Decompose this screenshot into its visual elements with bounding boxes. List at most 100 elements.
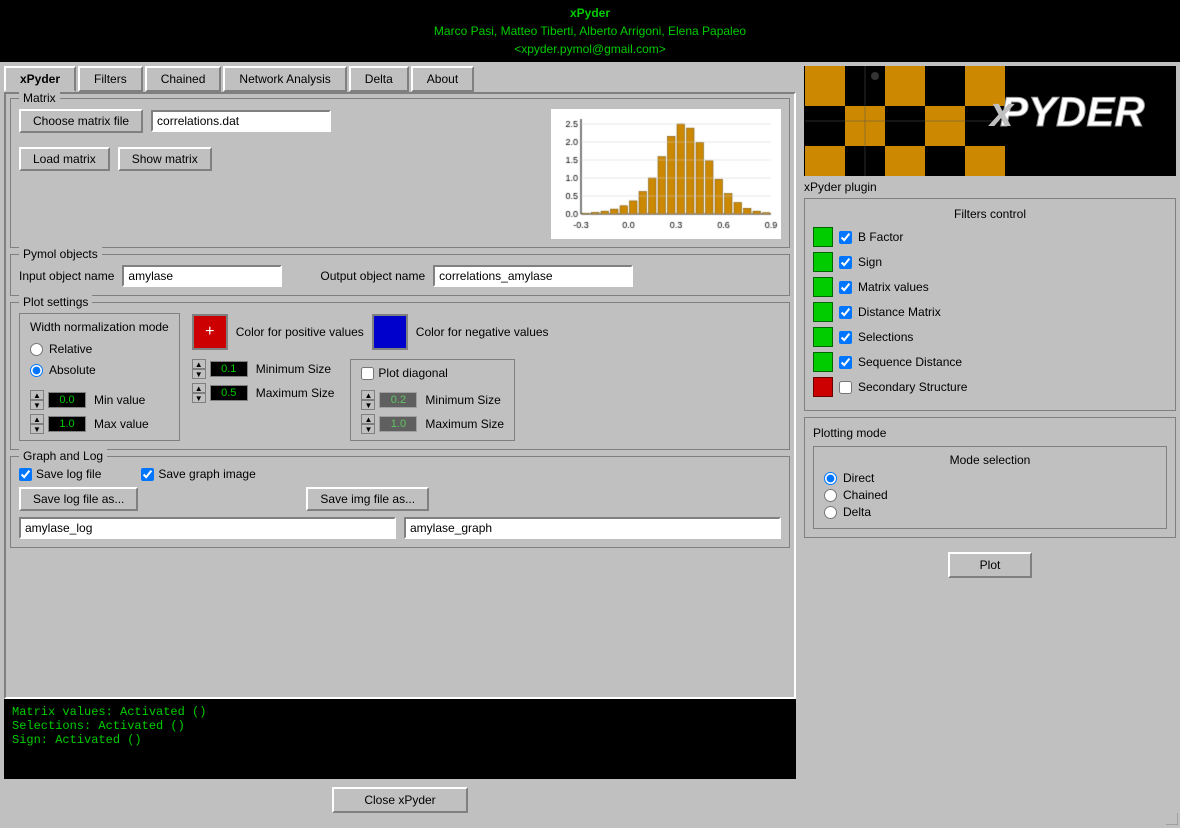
sequence-distance-label: Sequence Distance [858,355,962,369]
plotting-mode-title: Plotting mode [813,426,1167,440]
graph-filename-input[interactable] [404,517,781,539]
diagonal-box: Plot diagonal ▲ ▼ 0.2 Minimum Size [350,359,515,441]
maximum-size-label-1: Maximum Size [256,386,335,400]
filter-matrix-values: Matrix values [813,277,1167,297]
diag-max-display: 1.0 [379,416,417,432]
diag-max-up[interactable]: ▲ [361,414,375,424]
close-area: Close xPyder [0,779,800,821]
diag-min-up[interactable]: ▲ [361,390,375,400]
filter-distance-matrix: Distance Matrix [813,302,1167,322]
max-value-up-arrow[interactable]: ▲ [30,414,44,424]
sign-label: Sign [858,255,882,269]
min-value-up-arrow[interactable]: ▲ [30,390,44,400]
direct-radio[interactable] [824,472,837,485]
show-matrix-btn[interactable]: Show matrix [118,147,212,171]
tab-filters[interactable]: Filters [78,66,143,92]
secondary-structure-color-swatch [813,377,833,397]
plot-btn[interactable]: Plot [948,552,1033,578]
absolute-label: Absolute [49,363,96,377]
matrix-group-title: Matrix [19,91,60,105]
min-size-display: 0.1 [210,361,248,377]
chained-radio[interactable] [824,489,837,502]
min-size-down[interactable]: ▼ [192,369,206,379]
positive-color-box[interactable]: + [192,314,228,350]
plot-diagonal-checkbox[interactable] [361,367,374,380]
output-object-label: Output object name [320,269,425,283]
max-value-arrows[interactable]: ▲ ▼ [30,414,44,434]
resize-handle[interactable] [1166,813,1178,825]
input-object-label: Input object name [19,269,114,283]
matrix-values-color-swatch [813,277,833,297]
load-matrix-btn[interactable]: Load matrix [19,147,110,171]
max-size-down[interactable]: ▼ [192,393,206,403]
selections-color-swatch [813,327,833,347]
filters-control-panel: Filters control B Factor Sign Matrix val… [804,198,1176,411]
content-area: Matrix Choose matrix file Load matrix Sh… [4,92,796,699]
min-value-down-arrow[interactable]: ▼ [30,400,44,410]
console-line-2: Selections: Activated () [12,719,788,733]
matrix-values-checkbox[interactable] [839,281,852,294]
svg-text:x: x [988,88,1015,135]
xpyder-plugin-label: xPyder plugin [804,180,1176,194]
max-size-arrows[interactable]: ▲ ▼ [192,383,206,403]
bfactor-color-swatch [813,227,833,247]
max-size-display: 0.5 [210,385,248,401]
size-group-1: ▲ ▼ 0.1 Minimum Size ▲ ▼ [192,359,335,441]
min-size-arrows[interactable]: ▲ ▼ [192,359,206,379]
tab-xpyder[interactable]: xPyder [4,66,76,92]
width-norm-title: Width normalization mode [30,320,169,334]
diag-max-arrows[interactable]: ▲ ▼ [361,414,375,434]
min-value-arrows[interactable]: ▲ ▼ [30,390,44,410]
max-value-down-arrow[interactable]: ▼ [30,424,44,434]
tab-delta[interactable]: Delta [349,66,409,92]
logo-svg: PYDER PYDER x [805,66,1175,176]
secondary-structure-label: Secondary Structure [858,380,967,394]
plot-btn-area: Plot [804,552,1176,578]
close-xpyder-btn[interactable]: Close xPyder [332,787,467,813]
min-size-up[interactable]: ▲ [192,359,206,369]
choose-matrix-btn[interactable]: Choose matrix file [19,109,143,133]
distance-matrix-checkbox[interactable] [839,306,852,319]
tab-about[interactable]: About [411,66,474,92]
filters-control-title: Filters control [813,207,1167,221]
save-img-btn[interactable]: Save img file as... [306,487,429,511]
tab-chained[interactable]: Chained [145,66,222,92]
sequence-distance-checkbox[interactable] [839,356,852,369]
sign-checkbox[interactable] [839,256,852,269]
app-email: <xpyder.pymol@gmail.com> [0,40,1180,58]
app-title: xPyder [0,4,1180,22]
plot-settings-group: Plot settings Width normalization mode R… [10,302,790,450]
sign-color-swatch [813,252,833,272]
diag-max-down[interactable]: ▼ [361,424,375,434]
relative-radio[interactable] [30,343,43,356]
positive-color-label: Color for positive values [236,325,364,339]
distance-matrix-color-swatch [813,302,833,322]
negative-color-box[interactable] [372,314,408,350]
filter-secondary-structure: Secondary Structure [813,377,1167,397]
save-graph-checkbox[interactable] [141,468,154,481]
secondary-structure-checkbox[interactable] [839,381,852,394]
filter-sequence-distance: Sequence Distance [813,352,1167,372]
save-log-btn[interactable]: Save log file as... [19,487,138,511]
save-log-label: Save log file [36,467,101,481]
chained-label: Chained [843,488,888,502]
absolute-radio[interactable] [30,364,43,377]
diag-min-arrows[interactable]: ▲ ▼ [361,390,375,410]
selections-checkbox[interactable] [839,331,852,344]
diag-min-down[interactable]: ▼ [361,400,375,410]
bfactor-checkbox[interactable] [839,231,852,244]
output-object-field[interactable] [433,265,633,287]
relative-label: Relative [49,342,92,356]
max-size-up[interactable]: ▲ [192,383,206,393]
matrix-file-input[interactable] [151,110,331,132]
filter-bfactor: B Factor [813,227,1167,247]
pymol-objects-group: Pymol objects Input object name Output o… [10,254,790,296]
input-object-field[interactable] [122,265,282,287]
delta-label: Delta [843,505,871,519]
maximum-size-label-2: Maximum Size [425,417,504,431]
sequence-distance-color-swatch [813,352,833,372]
save-log-checkbox[interactable] [19,468,32,481]
log-filename-input[interactable] [19,517,396,539]
tab-network-analysis[interactable]: Network Analysis [223,66,346,92]
delta-radio[interactable] [824,506,837,519]
